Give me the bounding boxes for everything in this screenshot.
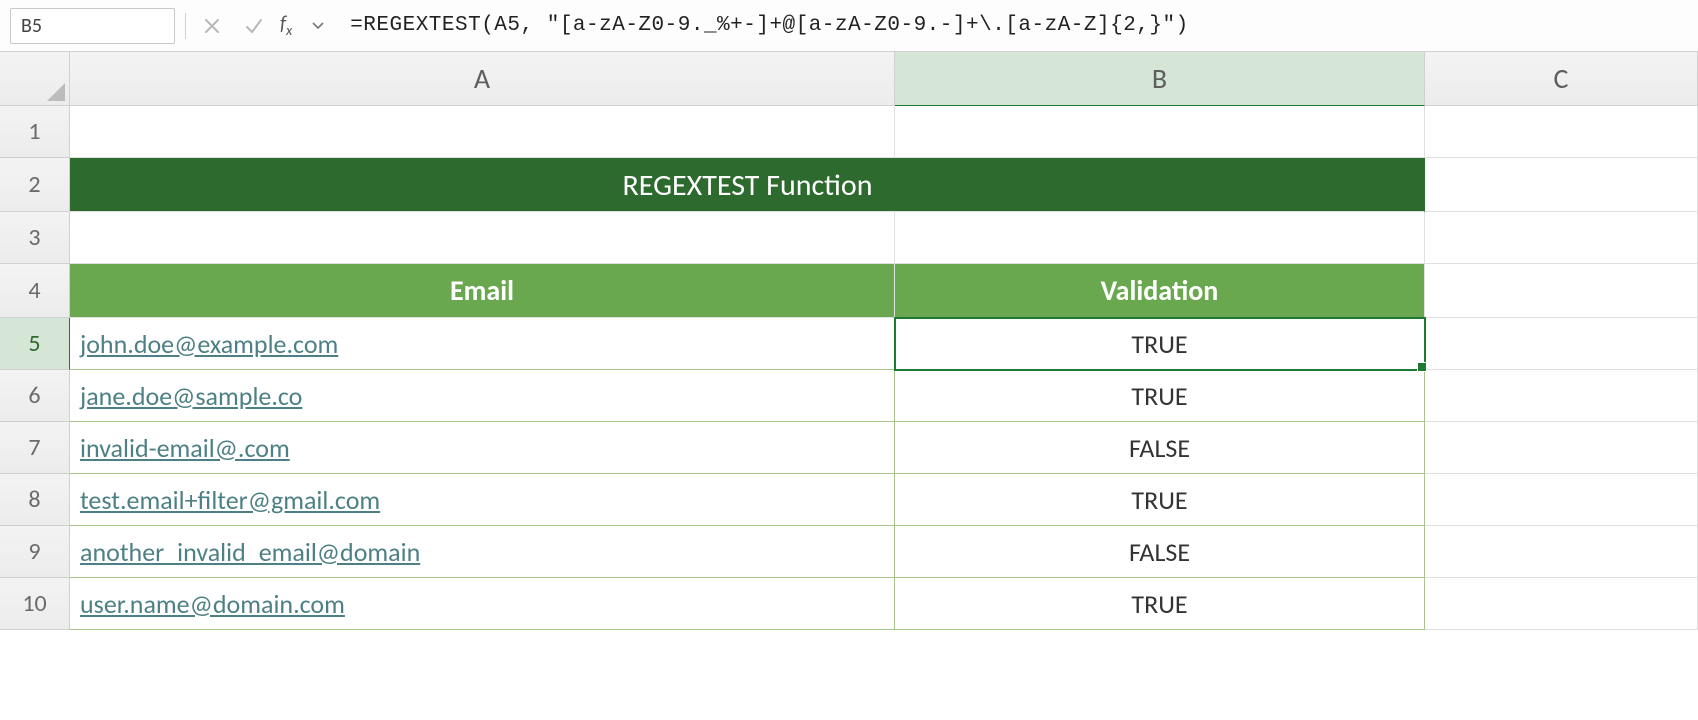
- cell-c4[interactable]: [1425, 264, 1698, 318]
- cell-a8[interactable]: test.email+filter@gmail.com: [70, 474, 895, 526]
- cell-b10[interactable]: TRUE: [895, 578, 1425, 630]
- row-header[interactable]: 2: [0, 158, 70, 212]
- cell-b3[interactable]: [895, 212, 1425, 264]
- cell-c10[interactable]: [1425, 578, 1698, 630]
- row-header[interactable]: 8: [0, 474, 70, 526]
- title-text: REGEXTEST Function: [70, 158, 1425, 212]
- name-box-value: B5: [21, 14, 42, 38]
- row-header[interactable]: 7: [0, 422, 70, 474]
- cancel-formula-icon[interactable]: [196, 10, 228, 42]
- cell-c3[interactable]: [1425, 212, 1698, 264]
- cell-c9[interactable]: [1425, 526, 1698, 578]
- row-header[interactable]: 10: [0, 578, 70, 630]
- column-headers: A B C: [0, 52, 1698, 106]
- cell-a3[interactable]: [70, 212, 895, 264]
- header-validation[interactable]: Validation: [895, 264, 1425, 318]
- cell-a6[interactable]: jane.doe@sample.co: [70, 370, 895, 422]
- column-header-a[interactable]: A: [70, 52, 895, 106]
- cell-c8[interactable]: [1425, 474, 1698, 526]
- expand-formula-icon[interactable]: [302, 10, 334, 42]
- email-link[interactable]: jane.doe@sample.co: [80, 380, 302, 412]
- cell-c1[interactable]: [1425, 106, 1698, 158]
- cell-b6[interactable]: TRUE: [895, 370, 1425, 422]
- fx-icon[interactable]: fx: [280, 12, 292, 39]
- title-cell[interactable]: REGEXTEST Function: [70, 158, 1425, 212]
- cell-a5[interactable]: john.doe@example.com: [70, 318, 895, 370]
- cell-c6[interactable]: [1425, 370, 1698, 422]
- divider: [185, 13, 186, 39]
- grid: REGEXTEST Function Email Validation john…: [70, 106, 1698, 630]
- row-header[interactable]: 4: [0, 264, 70, 318]
- spreadsheet: A B C 1 2 3 4 5 6 7 8 9 10: [0, 52, 1698, 630]
- cell-b1[interactable]: [895, 106, 1425, 158]
- name-box[interactable]: B5: [10, 8, 175, 44]
- row-header[interactable]: 3: [0, 212, 70, 264]
- formula-input[interactable]: [344, 8, 1688, 44]
- email-link[interactable]: invalid-email@.com: [80, 432, 290, 464]
- email-link[interactable]: another_invalid_email@domain: [80, 536, 420, 568]
- email-link[interactable]: test.email+filter@gmail.com: [80, 484, 380, 516]
- cell-b7[interactable]: FALSE: [895, 422, 1425, 474]
- row-header[interactable]: 5: [0, 318, 70, 370]
- cell-a7[interactable]: invalid-email@.com: [70, 422, 895, 474]
- row-header[interactable]: 1: [0, 106, 70, 158]
- formula-bar: B5 fx: [0, 0, 1698, 52]
- header-email[interactable]: Email: [70, 264, 895, 318]
- select-all-corner[interactable]: [0, 52, 70, 106]
- cell-b5[interactable]: TRUE: [895, 318, 1425, 370]
- cell-c7[interactable]: [1425, 422, 1698, 474]
- accept-formula-icon[interactable]: [238, 10, 270, 42]
- cell-b8[interactable]: TRUE: [895, 474, 1425, 526]
- cell-c2[interactable]: [1425, 158, 1698, 212]
- row-header[interactable]: 9: [0, 526, 70, 578]
- cell-a1[interactable]: [70, 106, 895, 158]
- column-header-c[interactable]: C: [1425, 52, 1698, 106]
- cell-c5[interactable]: [1425, 318, 1698, 370]
- cell-a10[interactable]: user.name@domain.com: [70, 578, 895, 630]
- email-link[interactable]: john.doe@example.com: [80, 328, 338, 360]
- column-header-b[interactable]: B: [895, 52, 1425, 106]
- row-header[interactable]: 6: [0, 370, 70, 422]
- row-headers: 1 2 3 4 5 6 7 8 9 10: [0, 106, 70, 630]
- email-link[interactable]: user.name@domain.com: [80, 588, 345, 620]
- cell-b9[interactable]: FALSE: [895, 526, 1425, 578]
- cell-a9[interactable]: another_invalid_email@domain: [70, 526, 895, 578]
